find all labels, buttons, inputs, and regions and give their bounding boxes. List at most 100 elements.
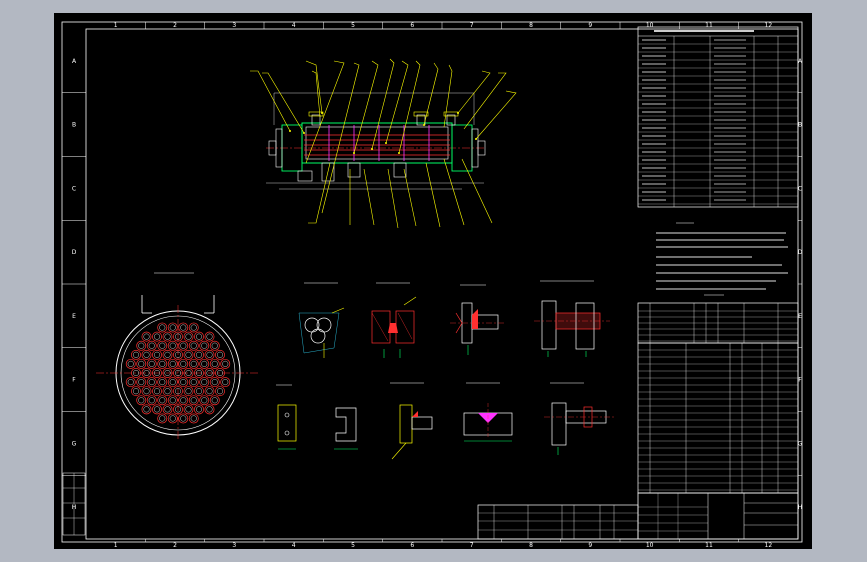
- title-block: [637, 492, 799, 540]
- tube-hole: [188, 358, 199, 369]
- zone-col-top-4: 4: [292, 22, 296, 29]
- zone-marks-top: 1 2 3 4 5 6 7 8 9 10 11 12: [114, 22, 773, 29]
- tube-hole: [146, 358, 157, 369]
- tube-hole: [178, 340, 189, 351]
- tube-hole: [152, 404, 162, 415]
- zone-col-top-1: 1: [114, 22, 118, 29]
- zone-row-left-B: B: [72, 122, 76, 129]
- zone-row-right-D: D: [798, 249, 803, 256]
- tube-hole: [162, 404, 173, 415]
- tube-hole: [136, 358, 147, 369]
- tube-sheet-section-view: [96, 272, 260, 441]
- zone-col-top-8: 8: [529, 22, 533, 29]
- tube-hole: [188, 340, 199, 351]
- detail-6: [334, 407, 358, 450]
- tube-hole: [146, 340, 157, 351]
- tube-hole: [157, 322, 168, 333]
- zone-row-left-E: E: [72, 313, 76, 320]
- tube-hole: [209, 395, 220, 406]
- tube-hole: [162, 386, 173, 397]
- tube-hole: [167, 322, 178, 333]
- tube-hole: [141, 386, 152, 397]
- design-data-table: [637, 26, 799, 208]
- zone-col-top-10: 10: [646, 22, 654, 29]
- tube-hole: [220, 377, 231, 388]
- tube-hole: [131, 386, 141, 397]
- detail-2: [371, 282, 417, 358]
- detail-5: [276, 384, 297, 450]
- detail-3: [450, 284, 504, 355]
- tube-hole: [178, 322, 189, 333]
- detail-1: [298, 282, 345, 358]
- tube-hole: [136, 395, 147, 406]
- tube-hole: [215, 349, 225, 360]
- zone-row-right-G: G: [798, 440, 803, 447]
- tube-hole: [183, 404, 194, 415]
- tube-hole: [199, 340, 210, 351]
- tube-hole: [157, 413, 168, 424]
- inner-frame: [85, 28, 799, 540]
- tube-hole: [194, 404, 204, 415]
- tube-hole: [162, 349, 173, 360]
- tube-hole: [136, 340, 147, 351]
- tube-hole: [146, 395, 157, 406]
- tube-hole: [162, 331, 173, 342]
- detail-8: [463, 382, 513, 442]
- tube-hole: [178, 413, 189, 424]
- detail-9: [544, 382, 614, 455]
- parts-list: [637, 342, 799, 494]
- zone-col-bottom-8: 8: [529, 542, 533, 549]
- zone-col-top-11: 11: [705, 22, 713, 29]
- zone-row-right-E: E: [798, 313, 802, 320]
- zone-marks-bottom: 1 2 3 4 5 6 7 8 9 10 11 12: [114, 539, 772, 549]
- tube-hole: [167, 413, 178, 424]
- tube-hole: [157, 358, 168, 369]
- tube-hole: [188, 395, 199, 406]
- zone-row-right-F: F: [798, 377, 802, 384]
- zone-col-top-9: 9: [588, 22, 592, 29]
- tube-hole: [157, 395, 168, 406]
- cad-viewport[interactable]: 1 2 3 4 5 6 7 8 9 10 11 12 1 2 3 4 5 6 7 8 9 10 11 12 ABCDEFGH…: [54, 13, 812, 549]
- zone-row-left-A: A: [72, 58, 77, 65]
- zone-col-top-3: 3: [232, 22, 236, 29]
- zone-col-top-6: 6: [410, 22, 414, 29]
- tube-hole: [167, 358, 178, 369]
- tube-hole: [125, 377, 136, 388]
- tube-hole: [178, 358, 189, 369]
- tube-hole: [204, 386, 215, 397]
- zone-marks-left: ABCDEFGH: [62, 58, 86, 511]
- tube-hole: [146, 377, 157, 388]
- tube-hole: [204, 404, 215, 415]
- zone-row-left-C: C: [72, 185, 76, 192]
- tube-hole: [194, 386, 204, 397]
- tube-hole: [136, 377, 147, 388]
- tube-hole: [220, 358, 231, 369]
- tube-hole: [141, 349, 152, 360]
- tube-hole: [125, 358, 136, 369]
- tube-hole: [209, 340, 220, 351]
- tube-hole: [199, 395, 210, 406]
- zone-col-bottom-5: 5: [351, 542, 355, 549]
- tube-hole: [178, 395, 189, 406]
- tube-hole: [204, 349, 215, 360]
- tube-hole: [167, 340, 178, 351]
- zone-row-right-C: C: [798, 185, 802, 192]
- tube-hole: [152, 386, 162, 397]
- tube-hole: [157, 340, 168, 351]
- tube-hole: [204, 331, 215, 342]
- tube-hole: [152, 349, 162, 360]
- zone-col-top-12: 12: [765, 22, 773, 29]
- zone-col-bottom-3: 3: [232, 542, 236, 549]
- zone-col-top-5: 5: [351, 22, 355, 29]
- tube-hole: [209, 358, 220, 369]
- tube-hole: [141, 331, 152, 342]
- tube-hole: [188, 377, 199, 388]
- tube-hole: [183, 386, 194, 397]
- zone-col-bottom-9: 9: [588, 542, 592, 549]
- zone-col-bottom-1: 1: [114, 542, 118, 549]
- zone-col-bottom-10: 10: [646, 542, 654, 549]
- tube-hole: [183, 349, 194, 360]
- tube-hole: [215, 386, 225, 397]
- detail-4: [534, 280, 610, 357]
- tube-hole: [183, 331, 194, 342]
